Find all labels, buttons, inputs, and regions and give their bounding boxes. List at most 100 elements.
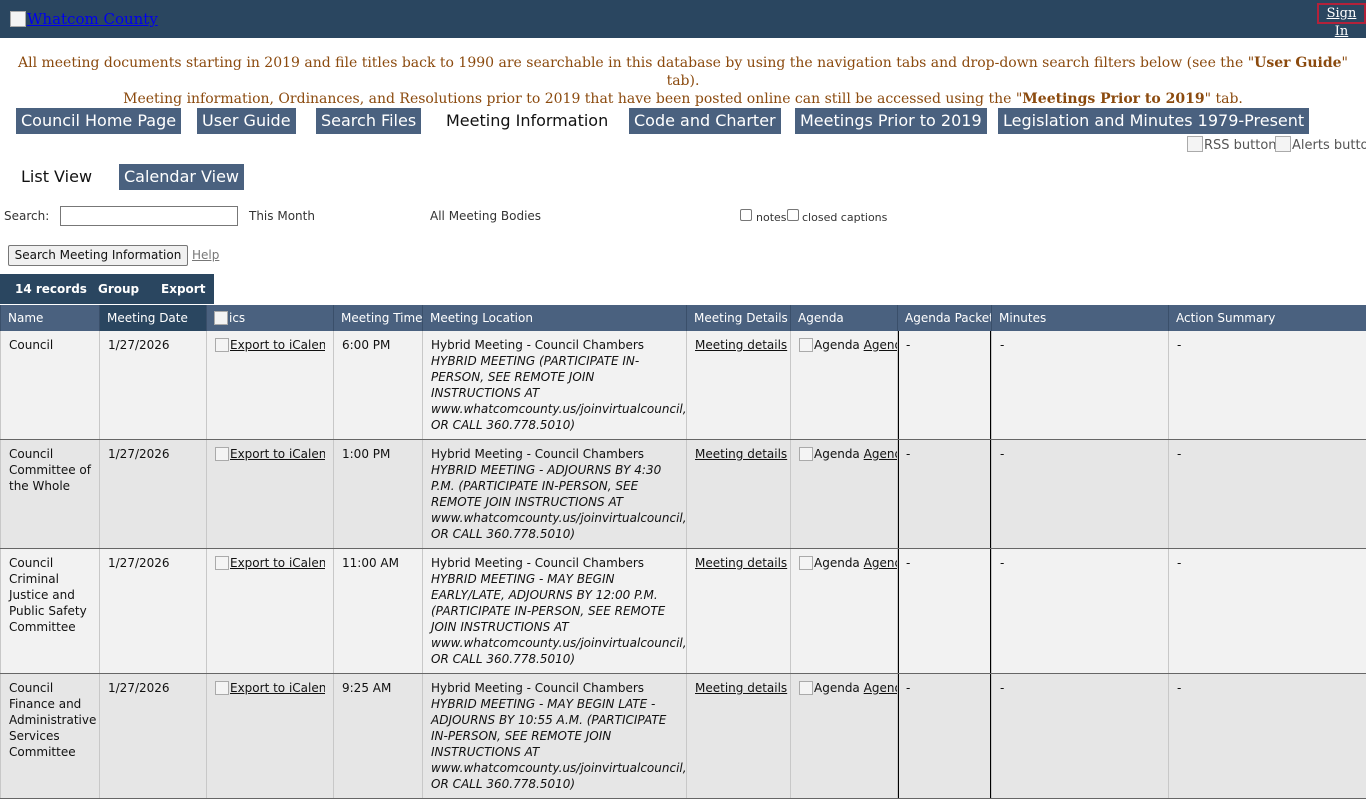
tab-meeting-information[interactable]: Meeting Information [441,108,613,134]
cell-meeting-location: Hybrid Meeting - Council ChambersHYBRID … [423,440,687,549]
meeting-details-link[interactable]: Meeting details [695,447,787,461]
column-header-meeting-details[interactable]: Meeting Details [687,305,791,331]
export-to-icalendar-link[interactable]: Export to iCalendar [215,680,325,696]
export-to-icalendar-label: Export to iCalendar [230,447,325,461]
column-header-ics[interactable]: ics [207,305,334,331]
meeting-details-link[interactable]: Meeting details [695,681,787,695]
tab-code-and-charter[interactable]: Code and Charter [629,108,781,134]
tab-search-files[interactable]: Search Files [316,108,421,134]
column-header-name[interactable]: Name [1,305,100,331]
agenda-link[interactable]: Agenda [864,556,898,570]
cell-name: Council Committee of the Whole [1,440,100,549]
column-header-meeting-date[interactable]: Meeting Date [100,305,207,331]
calendar-icon [215,338,229,352]
cell-meeting-details: Meeting details [687,331,791,440]
cell-meeting-date: 1/27/2026 [100,440,207,549]
export-to-icalendar-link[interactable]: Export to iCalendar [215,555,325,571]
column-header-minutes[interactable]: Minutes [992,305,1169,331]
notice-text: Meeting information, Ordinances, and Res… [123,91,1022,107]
agenda-icon [799,556,813,570]
tab-council-home-page[interactable]: Council Home Page [16,108,181,134]
rss-icon [1187,136,1203,152]
column-header-agenda-packet[interactable]: Agenda Packet [898,305,992,331]
cell-agenda: Agenda Agenda [791,440,898,549]
table-row: Council Finance and Administrative Servi… [1,674,1366,799]
location-note: HYBRID MEETING - ADJOURNS BY 4:30 P.M. (… [431,462,678,542]
cell-meeting-location: Hybrid Meeting - Council ChambersHYBRID … [423,549,687,674]
alerts-icon [1275,136,1291,152]
agenda-link[interactable]: Agenda [864,681,898,695]
cell-agenda: Agenda Agenda [791,549,898,674]
export-to-icalendar-link[interactable]: Export to iCalendar [215,446,325,462]
cell-name: Council [1,331,100,440]
cell-name: Council Finance and Administrative Servi… [1,674,100,799]
top-header-bar: Whatcom County Sign In [0,0,1366,38]
cell-meeting-details: Meeting details [687,549,791,674]
column-header-meeting-time[interactable]: Meeting Time [334,305,423,331]
meeting-details-link[interactable]: Meeting details [695,338,787,352]
cell-action-summary: - [1169,549,1366,674]
cell-agenda-packet: - [898,674,992,799]
cell-meeting-date: 1/27/2026 [100,331,207,440]
closed-captions-checkbox[interactable] [787,209,799,221]
meeting-bodies-select[interactable]: All Meeting Bodies [430,209,541,223]
tab-list-view[interactable]: List View [16,164,97,190]
notice-line-2: Meeting information, Ordinances, and Res… [0,90,1366,108]
tab-calendar-view[interactable]: Calendar View [119,164,244,190]
column-header-meeting-location[interactable]: Meeting Location [423,305,687,331]
notice-emphasis: User Guide [1254,55,1341,71]
tab-meetings-prior-to-2019[interactable]: Meetings Prior to 2019 [795,108,987,134]
export-to-icalendar-link[interactable]: Export to iCalendar [215,337,325,353]
export-button[interactable]: Export [161,274,205,304]
cell-meeting-location: Hybrid Meeting - Council ChambersHYBRID … [423,331,687,440]
agenda-link[interactable]: Agenda [864,447,898,461]
period-select[interactable]: This Month [249,209,315,223]
location-note: HYBRID MEETING - MAY BEGIN EARLY/LATE, A… [431,571,678,667]
cell-meeting-time: 9:25 AM [334,674,423,799]
alerts-button[interactable]: Alerts button [1275,136,1366,153]
location-note: HYBRID MEETING - MAY BEGIN LATE - ADJOUR… [431,696,678,792]
agenda-image-alt: Agenda [814,556,860,570]
notice-text: " tab. [1205,91,1243,107]
search-input[interactable] [60,206,238,226]
notes-label: notes [756,211,787,224]
alerts-button-label: Alerts button [1292,138,1366,153]
column-header-action-summary[interactable]: Action Summary [1169,305,1366,331]
calendar-icon [215,447,229,461]
notice-text: All meeting documents starting in 2019 a… [18,55,1254,71]
cell-action-summary: - [1169,440,1366,549]
column-header-agenda[interactable]: Agenda [791,305,898,331]
cell-minutes: - [992,549,1169,674]
cell-agenda-packet: - [898,440,992,549]
table-row: Council 1/27/2026 Export to iCalendar 6:… [1,331,1366,440]
cell-agenda-packet: - [898,549,992,674]
rss-button[interactable]: RSS button [1187,136,1277,153]
cell-agenda: Agenda Agenda [791,331,898,440]
cell-agenda-packet: - [898,331,992,440]
cell-action-summary: - [1169,331,1366,440]
cell-minutes: - [992,440,1169,549]
sign-in-link[interactable]: Sign In [1317,3,1366,24]
agenda-link[interactable]: Agenda [864,338,898,352]
whatcom-county-logo-link[interactable]: Whatcom County [10,10,158,28]
notice-emphasis: Meetings Prior to 2019 [1022,91,1204,107]
cell-minutes: - [992,331,1169,440]
help-link[interactable]: Help [192,248,219,262]
tab-user-guide[interactable]: User Guide [197,108,296,134]
cell-meeting-time: 1:00 PM [334,440,423,549]
notes-checkbox[interactable] [740,209,752,221]
cell-ics: Export to iCalendar [207,674,334,799]
cell-minutes: - [992,674,1169,799]
cell-meeting-time: 6:00 PM [334,331,423,440]
export-to-icalendar-label: Export to iCalendar [230,681,325,695]
cell-ics: Export to iCalendar [207,331,334,440]
tab-legislation-and-minutes[interactable]: Legislation and Minutes 1979-Present [998,108,1309,134]
ics-icon [214,311,228,325]
calendar-icon [215,556,229,570]
search-meeting-information-button[interactable]: Search Meeting Information [8,245,188,266]
meeting-details-link[interactable]: Meeting details [695,556,787,570]
group-button[interactable]: Group [98,274,139,304]
location-note: HYBRID MEETING (PARTICIPATE IN-PERSON, S… [431,353,678,433]
cell-name: Council Criminal Justice and Public Safe… [1,549,100,674]
rss-button-label: RSS button [1204,138,1277,153]
